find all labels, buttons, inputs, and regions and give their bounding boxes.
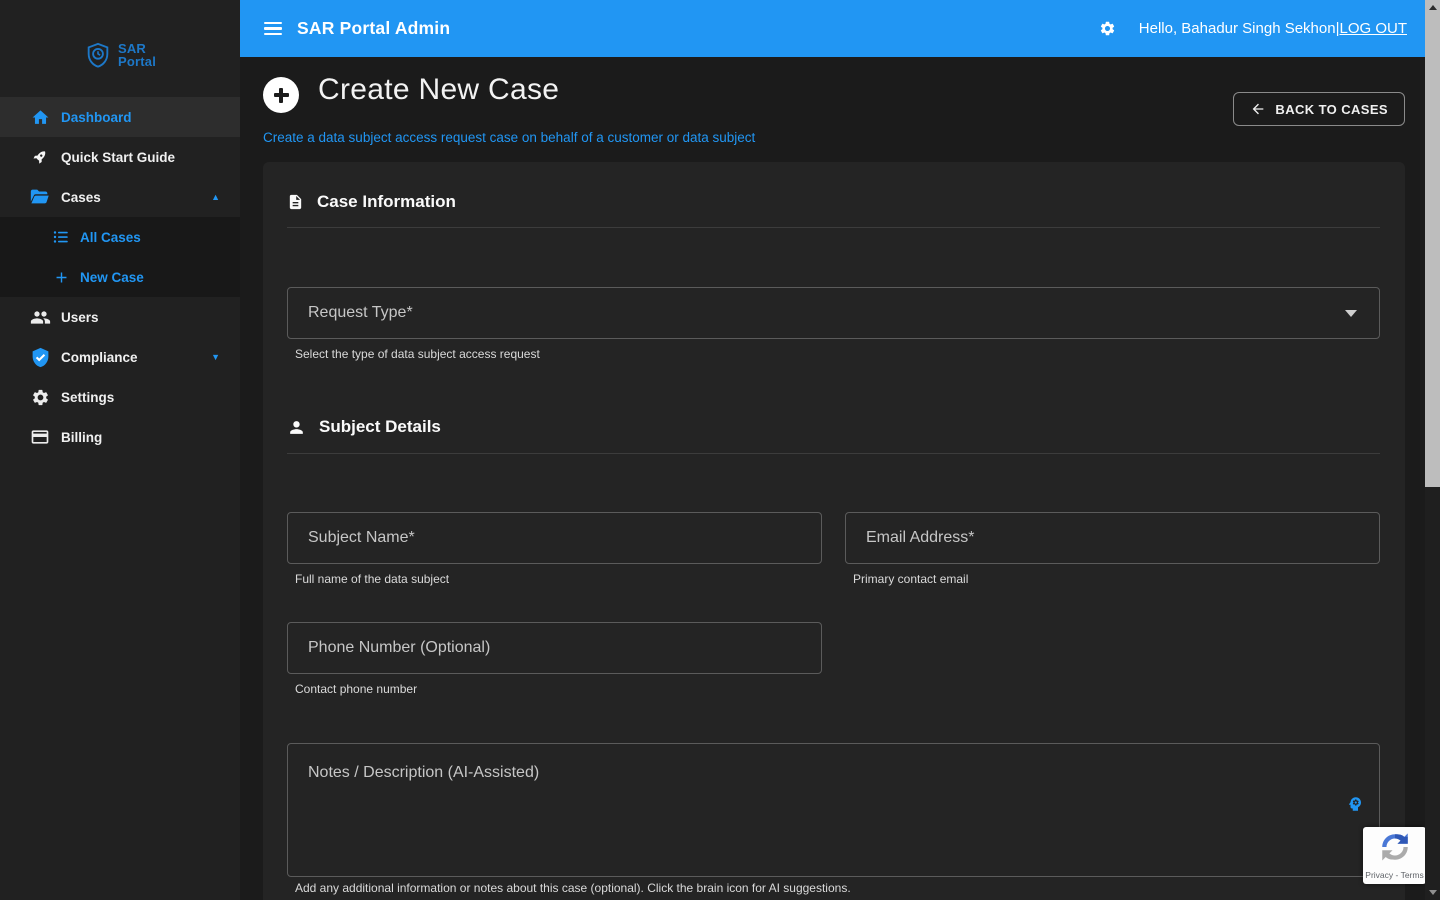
arrow-left-icon xyxy=(1250,101,1266,117)
notes-field-wrapper xyxy=(287,743,1380,877)
subject-details-section-header: Subject Details xyxy=(287,417,441,437)
logout-link[interactable]: |LOG OUT xyxy=(1336,20,1407,37)
sidebar-item-cases[interactable]: Cases ▲ xyxy=(0,177,240,217)
shield-clock-logo-icon xyxy=(84,41,112,69)
home-icon xyxy=(29,108,51,127)
recaptcha-logo-icon xyxy=(1378,830,1412,864)
vertical-scrollbar xyxy=(1425,0,1440,900)
email-helper: Primary contact email xyxy=(853,572,968,586)
back-to-cases-button[interactable]: BACK TO CASES xyxy=(1233,92,1405,126)
request-type-helper: Select the type of data subject access r… xyxy=(295,347,540,361)
sidebar-item-billing[interactable]: Billing xyxy=(0,417,240,457)
list-icon xyxy=(50,228,72,246)
sidebar-item-dashboard[interactable]: Dashboard xyxy=(0,97,240,137)
page-subtitle: Create a data subject access request cas… xyxy=(263,130,755,145)
notes-helper: Add any additional information or notes … xyxy=(295,881,851,895)
divider xyxy=(287,453,1380,454)
sidebar-item-new-case[interactable]: New Case xyxy=(0,257,240,297)
chevron-up-icon: ▲ xyxy=(211,192,220,202)
folder-open-icon xyxy=(29,186,51,208)
create-case-form-card: Case Information Request Type* Select th… xyxy=(263,162,1405,900)
app-window: SAR Portal Dashboard Quick Start Guide xyxy=(0,0,1440,900)
sidebar: SAR Portal Dashboard Quick Start Guide xyxy=(0,0,240,900)
person-icon xyxy=(287,418,306,437)
sidebar-nav: Dashboard Quick Start Guide xyxy=(0,97,240,457)
app-title: SAR Portal Admin xyxy=(297,18,450,39)
sidebar-item-quick-start-guide[interactable]: Quick Start Guide xyxy=(0,137,240,177)
recaptcha-privacy-terms-link[interactable]: Privacy - Terms xyxy=(1365,870,1423,880)
sidebar-item-users[interactable]: Users xyxy=(0,297,240,337)
divider xyxy=(287,227,1380,228)
scrollbar-thumb[interactable] xyxy=(1425,15,1440,487)
request-type-select[interactable]: Request Type* xyxy=(287,287,1380,339)
app-logo: SAR Portal xyxy=(0,0,240,80)
rocket-icon xyxy=(29,148,51,166)
scrollbar-down-button[interactable] xyxy=(1425,885,1440,900)
topbar: SAR Portal Admin Hello, Bahadur Singh Se… xyxy=(240,0,1425,57)
users-icon xyxy=(29,307,51,328)
cases-submenu: All Cases New Case xyxy=(0,217,240,297)
phone-helper: Contact phone number xyxy=(295,682,417,696)
notes-textarea[interactable] xyxy=(287,743,1380,877)
gear-icon xyxy=(29,388,51,407)
sidebar-item-all-cases[interactable]: All Cases xyxy=(0,217,240,257)
phone-number-input[interactable] xyxy=(287,622,822,674)
user-greeting: Hello, Bahadur Singh Sekhon xyxy=(1139,20,1336,37)
main-content: Create New Case Create a data subject ac… xyxy=(240,57,1425,900)
subject-name-helper: Full name of the data subject xyxy=(295,572,449,586)
shield-check-icon xyxy=(29,347,51,368)
email-address-input[interactable] xyxy=(845,512,1380,564)
ai-brain-icon[interactable] xyxy=(1346,795,1364,813)
subject-name-input[interactable] xyxy=(287,512,822,564)
scrollbar-up-button[interactable] xyxy=(1425,0,1440,15)
logo-text: SAR Portal xyxy=(118,42,156,68)
case-information-section-header: Case Information xyxy=(287,192,456,212)
plus-icon xyxy=(50,269,72,286)
page-title: Create New Case xyxy=(318,73,559,107)
credit-card-icon xyxy=(29,427,51,447)
create-case-plus-icon xyxy=(263,77,299,113)
chevron-down-icon: ▼ xyxy=(211,352,220,362)
settings-gear-icon[interactable] xyxy=(1099,20,1116,37)
sidebar-item-compliance[interactable]: Compliance ▼ xyxy=(0,337,240,377)
recaptcha-badge: Privacy - Terms xyxy=(1363,827,1426,884)
sidebar-item-settings[interactable]: Settings xyxy=(0,377,240,417)
document-icon xyxy=(287,192,304,212)
chevron-down-icon xyxy=(1345,310,1357,317)
hamburger-menu-icon[interactable] xyxy=(264,19,282,39)
